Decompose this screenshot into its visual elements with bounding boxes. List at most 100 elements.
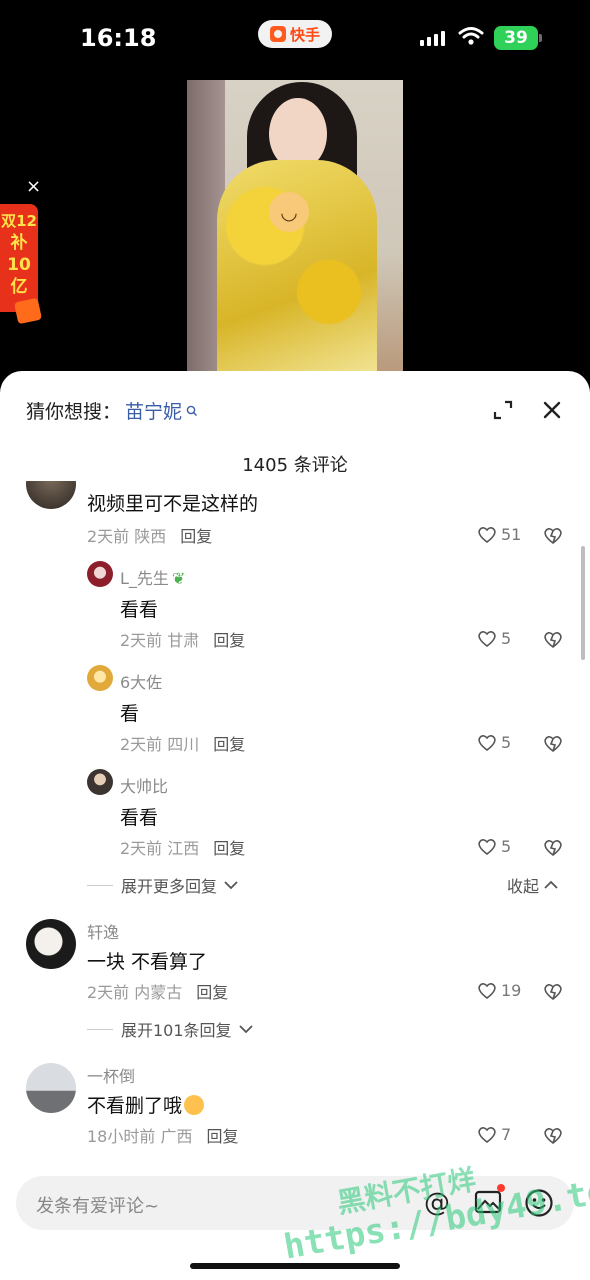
- video-subject-dress: [217, 160, 377, 372]
- cellular-signal-icon: [420, 30, 445, 46]
- comment-time-location: 2天前 四川: [120, 735, 200, 754]
- comment-text: 一块 不看算了: [87, 951, 208, 973]
- comment-text: 不看删了哦: [87, 1091, 205, 1118]
- commenter-name[interactable]: 轩逸: [87, 919, 119, 943]
- dislike-icon[interactable]: [543, 983, 563, 1001]
- chevron-down-icon: [238, 1025, 253, 1034]
- avatar[interactable]: [26, 1063, 76, 1113]
- heart-icon: [478, 838, 496, 855]
- home-indicator: [190, 1263, 400, 1269]
- image-icon[interactable]: [474, 1189, 502, 1215]
- search-suggestion[interactable]: 猜你想搜： 苗宁妮: [26, 397, 198, 424]
- like-count: 7: [501, 1125, 512, 1144]
- comment-sheet: 猜你想搜： 苗宁妮 1405 条评论 视频里可不是这样的 2天前 陕西 回复 51…: [0, 371, 590, 1280]
- dislike-icon[interactable]: [543, 631, 563, 649]
- expand-label: 展开更多回复: [121, 877, 218, 896]
- dislike-icon[interactable]: [543, 839, 563, 857]
- notification-dot: [497, 1184, 505, 1192]
- dislike-icon[interactable]: [543, 1127, 563, 1145]
- promo-badge[interactable]: 双12 补 10 亿: [0, 204, 43, 325]
- smile-sticker-icon: ◡: [269, 192, 309, 232]
- divider: [87, 884, 113, 886]
- like-button[interactable]: 5: [477, 629, 511, 648]
- comment-meta: 2天前 陕西 回复: [87, 523, 212, 547]
- blush-emoji-icon: [184, 1095, 205, 1115]
- video-player[interactable]: ◡: [187, 80, 403, 372]
- chevron-up-icon: [544, 880, 558, 889]
- comment-time-location: 2天前 甘肃: [120, 631, 200, 650]
- commenter-name[interactable]: L_先生 ❦: [120, 565, 185, 589]
- comment-meta: 2天前 四川 回复: [120, 731, 245, 755]
- scrollbar[interactable]: [581, 546, 585, 660]
- kuaishou-logo-icon: [269, 26, 286, 42]
- like-count: 5: [501, 733, 512, 752]
- comment-list[interactable]: 视频里可不是这样的 2天前 陕西 回复 51 L_先生 ❦ 看看 2天前 甘肃 回复 …: [0, 481, 590, 1161]
- promo-line: 补: [10, 233, 28, 253]
- comment-text: 视频里可不是这样的: [87, 493, 259, 515]
- mention-icon[interactable]: @: [424, 1188, 450, 1218]
- search-suggestion-prefix: 猜你想搜：: [26, 401, 122, 423]
- like-button[interactable]: 7: [477, 1125, 511, 1144]
- avatar[interactable]: [26, 481, 76, 509]
- heart-icon: [478, 1126, 496, 1143]
- reply-button[interactable]: 回复: [180, 527, 212, 546]
- like-button[interactable]: 5: [477, 733, 511, 752]
- like-button[interactable]: 51: [477, 525, 521, 544]
- comment-time-location: 2天前 江西: [120, 839, 200, 858]
- divider: [87, 1028, 113, 1030]
- comment-time-location: 2天前 陕西: [87, 527, 167, 546]
- collapse-replies-button[interactable]: 收起: [507, 873, 559, 897]
- comment-time-location: 18小时前 广西: [87, 1127, 193, 1146]
- reply-button[interactable]: 回复: [213, 839, 245, 858]
- comment-count: 1405 条评论: [242, 455, 348, 476]
- close-icon[interactable]: [541, 399, 563, 421]
- comment-text: 看看: [120, 599, 159, 621]
- comment-meta: 2天前 内蒙古 回复: [87, 979, 228, 1003]
- avatar[interactable]: [87, 665, 113, 691]
- heart-icon: [478, 982, 496, 999]
- commenter-name[interactable]: 6大佐: [120, 669, 162, 693]
- reply-button[interactable]: 回复: [206, 1127, 238, 1146]
- expand-replies-button[interactable]: 展开101条回复: [87, 1017, 254, 1041]
- leaf-badge-icon: ❦: [171, 569, 186, 588]
- expand-more-replies-button[interactable]: 展开更多回复: [87, 873, 239, 897]
- like-button[interactable]: 19: [477, 981, 521, 1000]
- comment-text: 看: [120, 703, 140, 725]
- reply-button[interactable]: 回复: [213, 735, 245, 754]
- search-suggestion-keyword[interactable]: 苗宁妮: [125, 397, 182, 424]
- heart-icon: [478, 734, 496, 751]
- comment-text: 看看: [120, 807, 159, 829]
- reply-button[interactable]: 回复: [213, 631, 245, 650]
- commenter-name[interactable]: 大帅比: [120, 773, 168, 797]
- like-count: 19: [501, 981, 522, 1000]
- promo-line: 双12: [1, 212, 37, 230]
- expand-label: 展开101条回复: [121, 1021, 232, 1040]
- avatar[interactable]: [87, 561, 113, 587]
- fullscreen-icon[interactable]: [492, 399, 514, 421]
- comment-composer[interactable]: 发条有爱评论~ @: [16, 1176, 574, 1230]
- commenter-name-text: 一杯倒: [87, 1067, 136, 1086]
- collapse-label: 收起: [507, 877, 540, 896]
- dislike-icon[interactable]: [543, 527, 563, 545]
- red-envelope-icon: [13, 297, 43, 325]
- app-indicator[interactable]: 快手: [258, 20, 332, 48]
- heart-icon: [478, 630, 496, 647]
- status-bar: 16:18 快手 39: [0, 0, 590, 78]
- commenter-name[interactable]: 一杯倒: [87, 1063, 138, 1087]
- promo-line: 亿: [10, 277, 28, 297]
- avatar[interactable]: [87, 769, 113, 795]
- search-icon: [186, 405, 198, 416]
- battery-icon: 39: [494, 26, 542, 50]
- comment-meta: 18小时前 广西 回复: [87, 1123, 238, 1147]
- like-count: 51: [501, 525, 522, 544]
- avatar[interactable]: [26, 919, 76, 969]
- reply-button[interactable]: 回复: [196, 983, 228, 1002]
- commenter-name-text: L_先生: [120, 569, 169, 588]
- comment-input[interactable]: 发条有爱评论~: [36, 1192, 159, 1218]
- like-button[interactable]: 5: [477, 837, 511, 856]
- promo-close-icon[interactable]: ×: [26, 176, 41, 197]
- app-name: 快手: [289, 25, 320, 44]
- emoji-icon[interactable]: [524, 1188, 554, 1218]
- dislike-icon[interactable]: [543, 735, 563, 753]
- comment-text-content: 不看删了哦: [87, 1095, 183, 1117]
